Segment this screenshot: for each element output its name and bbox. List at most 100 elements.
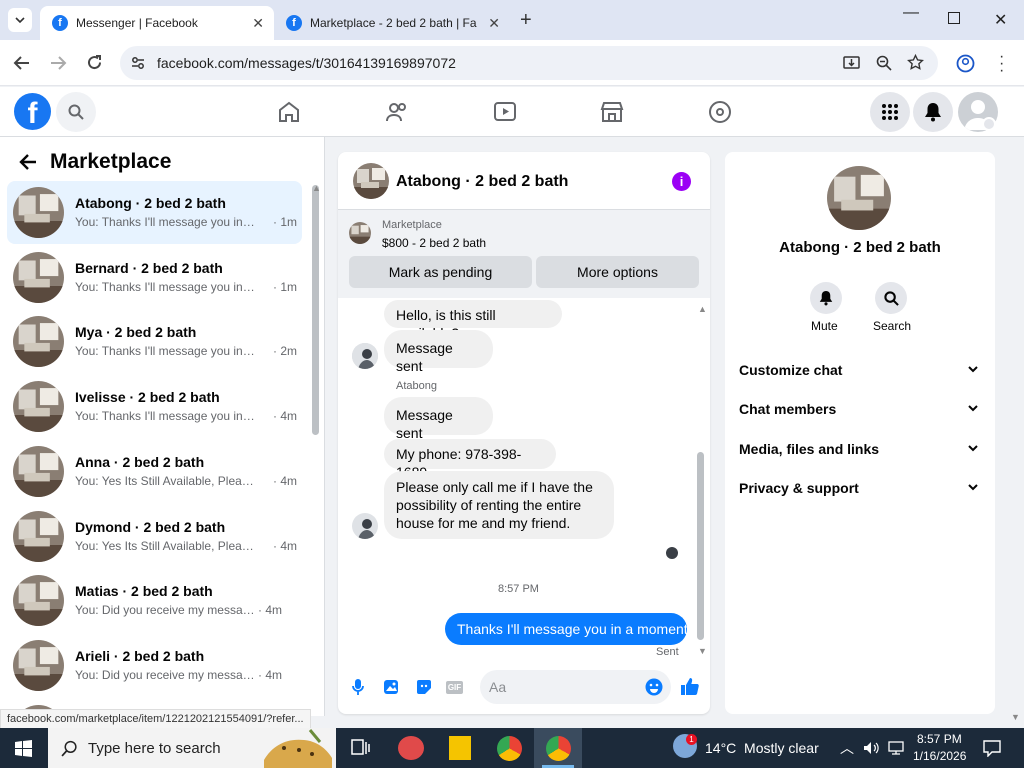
contact-avatar[interactable] (827, 166, 891, 230)
conversation-item[interactable]: Bernard · 2 bed 2 bath You: Thanks I'll m… (7, 246, 302, 309)
sticker-icon[interactable] (416, 679, 432, 695)
taskbar-search-box[interactable]: Type here to search (48, 728, 336, 768)
conversation-avatar (13, 640, 64, 691)
home-icon[interactable] (277, 101, 301, 123)
scroll-down-arrow[interactable]: ▼ (698, 646, 707, 656)
conversation-item[interactable]: Atabong · 2 bed 2 bath You: Thanks I'll m… (7, 181, 302, 244)
message-sent: Thanks I'll message you in a moment (445, 613, 688, 645)
chevron-down-icon[interactable] (968, 404, 978, 412)
profile-icon[interactable] (956, 54, 975, 73)
account-chevron-icon[interactable] (982, 117, 996, 131)
section-customize-chat[interactable]: Customize chat (739, 362, 842, 378)
microphone-icon[interactable] (352, 679, 364, 695)
marketplace-icon[interactable] (600, 101, 624, 123)
weather-alert-badge: 1 (686, 734, 697, 745)
paint-app-icon[interactable] (398, 736, 424, 760)
facebook-logo[interactable]: f (14, 93, 51, 130)
reload-icon[interactable] (86, 54, 103, 71)
section-privacy-support[interactable]: Privacy & support (739, 480, 859, 496)
tab-marketplace[interactable]: f Marketplace - 2 bed 2 bath | Fa ✕ (274, 6, 510, 40)
conversation-avatar (13, 511, 64, 562)
facebook-favicon-icon: f (286, 15, 302, 31)
section-chat-members[interactable]: Chat members (739, 401, 836, 417)
info-icon[interactable]: i (672, 172, 691, 191)
back-arrow-icon[interactable] (19, 154, 37, 170)
menu-button[interactable] (870, 92, 910, 132)
address-bar[interactable]: facebook.com/messages/t/3016413916989707… (120, 46, 938, 80)
restore-button[interactable] (948, 12, 960, 24)
watch-video-icon[interactable] (493, 101, 517, 123)
chevron-down-icon[interactable] (968, 444, 978, 452)
notification-center-icon[interactable] (983, 739, 1001, 757)
conversation-avatar (13, 316, 64, 367)
chrome-app-icon[interactable] (497, 736, 522, 761)
show-hidden-icons-chevron[interactable]: ︿ (840, 738, 854, 758)
scroll-up-arrow[interactable]: ▲ (698, 304, 707, 314)
chrome-active-app[interactable] (534, 728, 582, 768)
section-media-files-links[interactable]: Media, files and links (739, 441, 879, 457)
emoji-icon[interactable] (645, 678, 663, 696)
message-received: Message sent (384, 397, 493, 441)
bookmark-star-icon[interactable] (907, 54, 924, 71)
forward-arrow-icon[interactable] (49, 55, 67, 71)
chat-title[interactable]: Atabong · 2 bed 2 bath (396, 173, 568, 191)
close-window-button[interactable]: ✕ (994, 10, 1007, 30)
menu-kebab-icon[interactable]: · · · (999, 49, 1004, 79)
weather-text[interactable]: 14°C Mostly clear (705, 740, 819, 756)
task-view-icon[interactable] (351, 739, 370, 757)
chat-avatar[interactable] (353, 163, 389, 199)
chevron-down-icon[interactable] (968, 483, 978, 491)
back-arrow-icon[interactable] (13, 55, 31, 71)
sticky-notes-icon[interactable] (449, 736, 471, 760)
tab-search-button[interactable] (8, 8, 32, 32)
install-app-icon[interactable] (843, 55, 860, 71)
thumbs-up-icon[interactable] (680, 677, 699, 696)
listing-banner: Marketplace $800 - 2 bed 2 bath Mark as … (338, 210, 710, 298)
conversation-time: · 4m (258, 668, 282, 682)
mark-pending-button[interactable]: Mark as pending (349, 256, 532, 288)
new-tab-button[interactable]: + (520, 9, 532, 32)
conversation-item[interactable]: Arieli · 2 bed 2 bath You: Did you receiv… (7, 634, 302, 697)
more-options-button[interactable]: More options (536, 256, 699, 288)
conversation-item[interactable]: Mya · 2 bed 2 bath You: Thanks I'll messa… (7, 310, 302, 373)
listing-thumbnail[interactable] (349, 222, 371, 244)
scrollbar[interactable] (697, 452, 704, 640)
clock-date[interactable]: 1/16/2026 (913, 749, 966, 763)
scrollbar[interactable] (312, 185, 319, 435)
clock-time[interactable]: 8:57 PM (917, 732, 962, 746)
close-tab-icon[interactable]: ✕ (252, 15, 264, 32)
message-input[interactable]: Aa (480, 670, 671, 704)
network-icon[interactable] (887, 740, 905, 756)
close-tab-icon[interactable]: ✕ (488, 15, 500, 32)
scroll-up-arrow[interactable]: ▲ (312, 183, 321, 193)
bell-icon (819, 291, 833, 306)
mute-label: Mute (811, 319, 838, 333)
zoom-icon[interactable] (876, 55, 892, 71)
gif-icon[interactable]: GIF (446, 681, 463, 694)
sender-avatar[interactable] (352, 513, 378, 539)
volume-icon[interactable] (863, 740, 879, 756)
friends-icon[interactable] (385, 101, 409, 123)
search-icon (61, 740, 77, 757)
listing-title[interactable]: $800 - 2 bed 2 bath (382, 236, 486, 250)
tab-messenger[interactable]: f Messenger | Facebook ✕ (40, 6, 274, 40)
page-scroll-down-arrow[interactable]: ▼ (1011, 712, 1020, 722)
conversation-item[interactable]: Ivelisse · 2 bed 2 bath You: Thanks I'll … (7, 375, 302, 438)
chevron-down-icon[interactable] (968, 365, 978, 373)
conversation-name: Matias · 2 bed 2 bath (75, 583, 213, 599)
notifications-button[interactable] (913, 92, 953, 132)
mute-button[interactable] (810, 282, 842, 314)
minimize-button[interactable]: — (903, 4, 919, 22)
sender-avatar[interactable] (352, 343, 378, 369)
groups-gaming-icon[interactable] (708, 100, 732, 124)
site-settings-icon[interactable] (130, 55, 146, 71)
url-text[interactable]: facebook.com/messages/t/3016413916989707… (157, 55, 456, 71)
conversation-item[interactable]: Matias · 2 bed 2 bath You: Did you receiv… (7, 569, 302, 632)
search-button[interactable] (56, 92, 96, 132)
windows-start-icon[interactable] (15, 740, 32, 757)
conversation-item[interactable]: Anna · 2 bed 2 bath You: Yes Its Still Av… (7, 440, 302, 503)
search-in-chat-button[interactable] (875, 282, 907, 314)
photo-icon[interactable] (383, 679, 399, 695)
taskbar-search-placeholder: Type here to search (88, 740, 221, 757)
conversation-item[interactable]: Dymond · 2 bed 2 bath You: Yes Its Still … (7, 505, 302, 568)
